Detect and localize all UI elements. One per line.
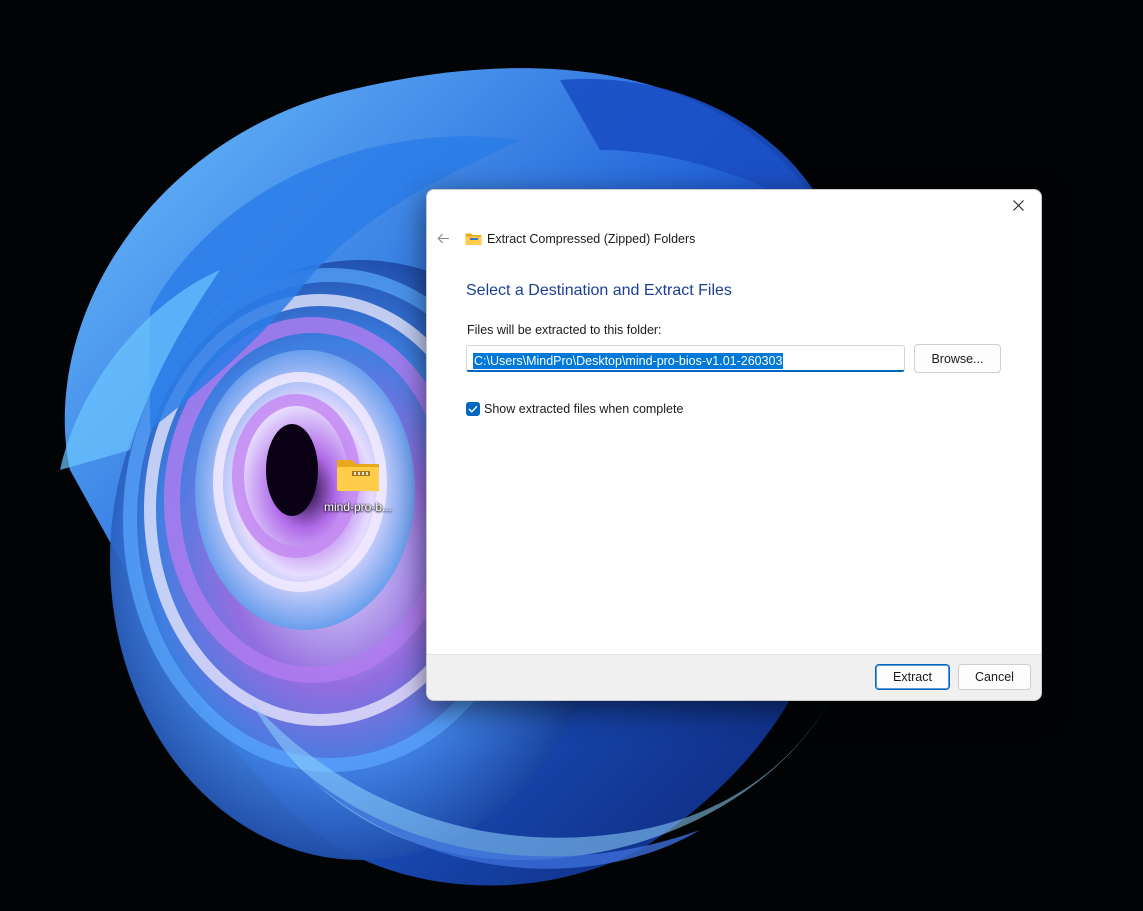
browse-button[interactable]: Browse... (914, 344, 1001, 373)
back-arrow-icon (436, 233, 449, 243)
dialog-footer: Extract Cancel (427, 654, 1041, 700)
dialog-heading: Select a Destination and Extract Files (466, 282, 732, 299)
desktop-zip-folder[interactable]: mind-pro-b... (316, 452, 400, 524)
show-files-label: Show extracted files when complete (484, 402, 684, 416)
destination-label: Files will be extracted to this folder: (467, 323, 662, 337)
dialog-title: Extract Compressed (Zipped) Folders (487, 232, 696, 246)
close-icon (1012, 199, 1024, 211)
destination-path-text: C:\Users\MindPro\Desktop\mind-pro-bios-v… (473, 353, 784, 369)
show-files-option[interactable]: Show extracted files when complete (466, 401, 683, 417)
destination-path-input[interactable]: C:\Users\MindPro\Desktop\mind-pro-bios-v… (466, 345, 905, 372)
extract-button[interactable]: Extract (875, 664, 950, 690)
back-button[interactable] (431, 226, 455, 250)
desktop-icon-label: mind-pro-b... (323, 500, 393, 514)
zip-folder-icon (465, 233, 482, 245)
zip-folder-icon (337, 460, 379, 491)
cancel-button[interactable]: Cancel (958, 664, 1031, 690)
close-button[interactable] (995, 190, 1041, 220)
extract-dialog: Extract Compressed (Zipped) Folders Sele… (426, 189, 1042, 701)
show-files-checkbox[interactable] (466, 402, 480, 416)
dialog-title-row: Extract Compressed (Zipped) Folders (465, 230, 695, 248)
checkmark-icon (468, 405, 478, 413)
